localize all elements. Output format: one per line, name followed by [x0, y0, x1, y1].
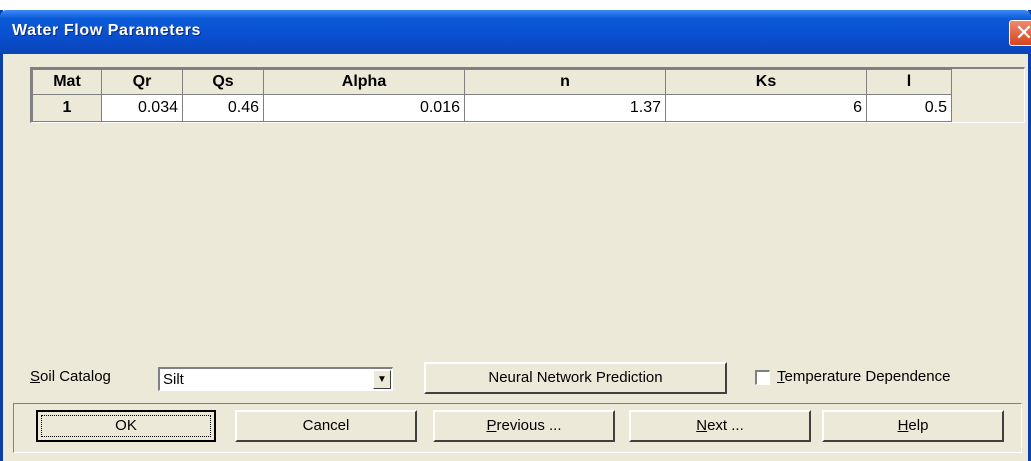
- column-header-qs: Qs: [182, 69, 264, 95]
- soil-catalog-label-mnemonic: S: [30, 368, 41, 385]
- parameters-table: Mat Qr Qs Alpha n Ks l 1 0.034 0.46 0.01…: [32, 69, 952, 122]
- close-icon: ✕: [1014, 20, 1031, 45]
- neural-network-prediction-label: Neural Network Prediction: [488, 369, 663, 386]
- cell-qs[interactable]: 0.46: [182, 94, 264, 122]
- cancel-label: Cancel: [302, 417, 350, 434]
- ok-button[interactable]: OK: [36, 410, 216, 442]
- temperature-label-mnemonic: T: [777, 368, 785, 385]
- cancel-button[interactable]: Cancel: [235, 410, 417, 442]
- next-mnemonic: N: [696, 417, 708, 434]
- help-mnemonic: H: [897, 417, 909, 434]
- cell-qr[interactable]: 0.034: [101, 94, 183, 122]
- column-header-n: n: [464, 69, 666, 95]
- column-header-alpha: Alpha: [263, 69, 465, 95]
- previous-button[interactable]: Previous ...: [433, 410, 615, 442]
- cell-l[interactable]: 0.5: [866, 94, 952, 122]
- temperature-dependence-checkbox[interactable]: [755, 370, 770, 385]
- previous-mnemonic: P: [486, 417, 497, 434]
- soil-catalog-value: Silt: [163, 371, 184, 388]
- table-row: 1 0.034 0.46 0.016 1.37 6 0.5: [32, 94, 952, 122]
- soil-catalog-label: Soil Catalog: [30, 368, 111, 385]
- soil-catalog-dropdown[interactable]: Silt ▼: [158, 367, 393, 391]
- column-header-l: l: [866, 69, 952, 95]
- soil-catalog-label-text: oil Catalog: [40, 368, 111, 385]
- title-bar: Water Flow Parameters ✕: [0, 10, 1031, 54]
- next-label: ext ...: [707, 417, 744, 434]
- temperature-label-text: emperature Dependence: [784, 368, 951, 385]
- column-header-mat: Mat: [32, 69, 102, 95]
- previous-label: revious ...: [496, 417, 562, 434]
- column-header-qr: Qr: [101, 69, 183, 95]
- column-header-ks: Ks: [665, 69, 867, 95]
- temperature-dependence-label[interactable]: Temperature Dependence: [777, 368, 950, 385]
- ok-label: OK: [115, 417, 137, 434]
- help-button[interactable]: Help: [822, 410, 1004, 442]
- cell-mat: 1: [32, 94, 102, 122]
- cell-alpha[interactable]: 0.016: [263, 94, 465, 122]
- next-button[interactable]: Next ...: [629, 410, 811, 442]
- chevron-down-icon[interactable]: ▼: [373, 370, 391, 389]
- parameters-grid: Mat Qr Qs Alpha n Ks l 1 0.034 0.46 0.01…: [30, 67, 1025, 123]
- help-label: elp: [908, 417, 929, 434]
- cell-ks[interactable]: 6: [665, 94, 867, 122]
- grid-header-row: Mat Qr Qs Alpha n Ks l: [32, 69, 952, 95]
- cell-n[interactable]: 1.37: [464, 94, 666, 122]
- neural-network-prediction-button[interactable]: Neural Network Prediction: [424, 362, 727, 394]
- dialog-window: Water Flow Parameters ✕ Mat Qr Qs Alpha …: [0, 10, 1031, 461]
- window-title: Water Flow Parameters: [12, 22, 201, 39]
- close-button[interactable]: ✕: [1009, 20, 1031, 46]
